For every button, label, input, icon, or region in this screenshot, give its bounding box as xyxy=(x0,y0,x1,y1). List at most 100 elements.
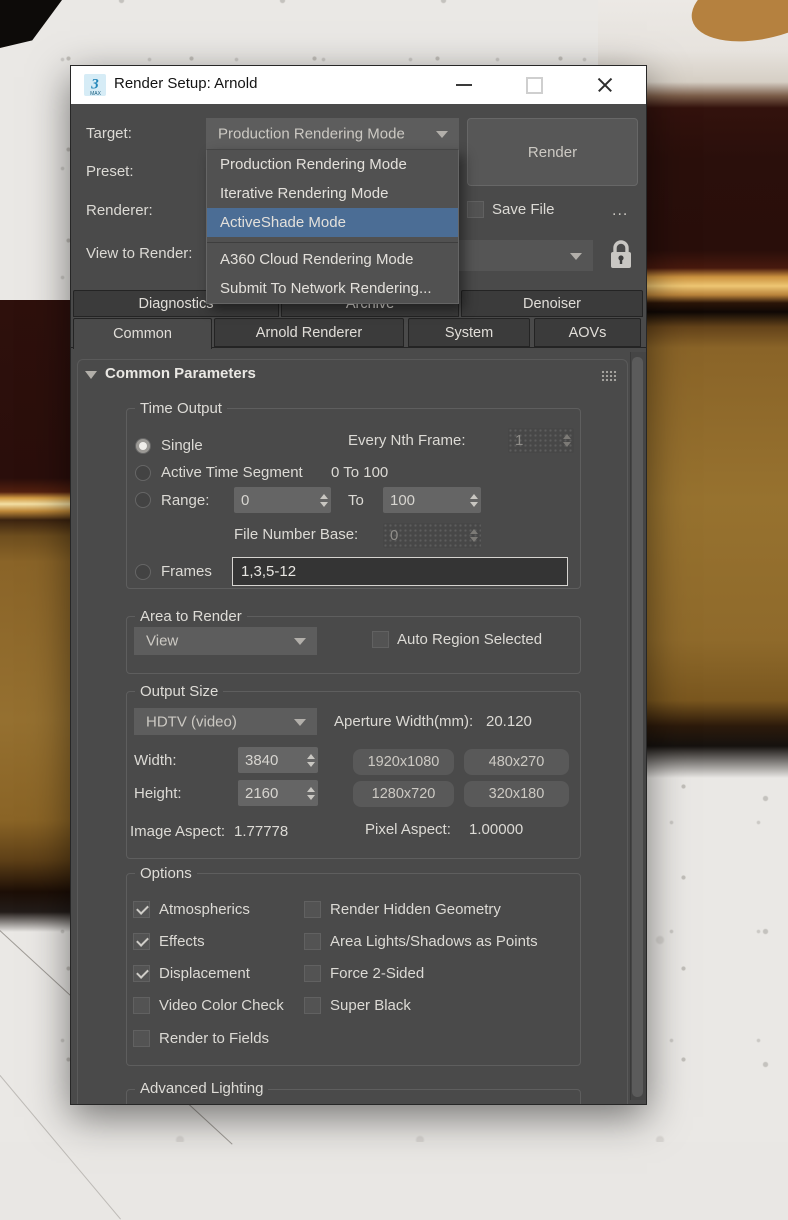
menu-separator xyxy=(207,237,458,243)
render-hidden-geometry-checkbox[interactable] xyxy=(304,901,321,918)
width-input[interactable] xyxy=(238,747,303,773)
aperture-width-value: 20.120 xyxy=(486,713,532,730)
title-bar[interactable]: 3 MAX Render Setup: Arnold xyxy=(71,66,646,104)
file-number-base-input xyxy=(383,523,466,548)
render-button[interactable]: Render xyxy=(467,118,638,186)
area-mode-combobox[interactable]: View xyxy=(134,627,317,655)
tab-arnold-renderer[interactable]: Arnold Renderer xyxy=(214,318,404,347)
save-file-checkbox[interactable] xyxy=(467,201,484,218)
displacement-label: Displacement xyxy=(159,965,250,982)
force-2-sided-checkbox[interactable] xyxy=(304,965,321,982)
area-mode-value: View xyxy=(146,632,179,650)
range-to-input[interactable] xyxy=(383,487,466,513)
render-hidden-geometry-label: Render Hidden Geometry xyxy=(330,901,501,918)
frames-input[interactable] xyxy=(232,557,568,586)
preset-320x180-button[interactable]: 320x180 xyxy=(464,781,569,807)
output-size-preset-combobox[interactable]: HDTV (video) xyxy=(134,708,317,735)
area-lights-checkbox[interactable] xyxy=(304,933,321,950)
preset-480x270-button[interactable]: 480x270 xyxy=(464,749,569,775)
render-output-files-button[interactable]: ... xyxy=(612,202,628,220)
save-file-label: Save File xyxy=(492,201,555,218)
every-nth-frame-spinner xyxy=(508,428,574,453)
render-button-label: Render xyxy=(527,143,578,161)
menu-item-activeshade[interactable]: ActiveShade Mode xyxy=(207,208,458,237)
menu-item-submit-network[interactable]: Submit To Network Rendering... xyxy=(207,274,458,303)
tab-system[interactable]: System xyxy=(408,318,530,347)
menu-item-a360-cloud[interactable]: A360 Cloud Rendering Mode xyxy=(207,245,458,274)
height-spinner[interactable] xyxy=(238,780,318,806)
range-from-input[interactable] xyxy=(234,487,316,513)
displacement-checkbox[interactable] xyxy=(133,965,150,982)
radio-single-label: Single xyxy=(161,437,203,454)
target-combobox-value: Production Rendering Mode xyxy=(218,125,405,142)
chevron-down-icon xyxy=(294,638,306,645)
lock-icon xyxy=(611,240,631,268)
spinner-arrows-icon[interactable] xyxy=(303,747,318,773)
tab-denoiser[interactable]: Denoiser xyxy=(461,290,643,317)
atmospherics-checkbox[interactable] xyxy=(133,901,150,918)
aperture-width-label: Aperture Width(mm): xyxy=(334,713,474,730)
radio-active-time-segment[interactable] xyxy=(135,465,151,481)
preset-label: Preset: xyxy=(86,163,134,180)
area-lights-label: Area Lights/Shadows as Points xyxy=(330,933,538,950)
radio-range[interactable] xyxy=(135,492,151,508)
rollout-drag-handle-icon[interactable] xyxy=(601,370,617,383)
lock-view-button[interactable] xyxy=(607,238,635,271)
width-label: Width: xyxy=(134,752,177,769)
background-cookie-left xyxy=(0,300,70,932)
super-black-checkbox[interactable] xyxy=(304,997,321,1014)
spinner-arrows-icon[interactable] xyxy=(466,487,481,513)
close-button[interactable] xyxy=(590,70,620,100)
target-dropdown-menu: Production Rendering Mode Iterative Rend… xyxy=(206,149,459,304)
spinner-arrows-icon xyxy=(466,523,481,548)
width-spinner[interactable] xyxy=(238,747,318,773)
options-legend: Options xyxy=(135,865,197,882)
range-from-spinner[interactable] xyxy=(234,487,331,513)
range-to-spinner[interactable] xyxy=(383,487,481,513)
rollout-collapse-icon[interactable] xyxy=(85,371,97,379)
render-to-fields-label: Render to Fields xyxy=(159,1030,270,1047)
radio-frames[interactable] xyxy=(135,564,151,580)
radio-active-time-segment-label: Active Time Segment xyxy=(161,464,303,481)
svg-text:MAX: MAX xyxy=(90,91,102,96)
height-input[interactable] xyxy=(238,780,303,806)
effects-checkbox[interactable] xyxy=(133,933,150,950)
pixel-aspect-value: 1.00000 xyxy=(469,821,524,838)
every-nth-frame-label: Every Nth Frame: xyxy=(348,432,466,449)
spinner-arrows-icon[interactable] xyxy=(316,487,331,513)
3dsmax-app-icon: 3 MAX xyxy=(84,74,106,96)
tab-common[interactable]: Common xyxy=(73,318,212,349)
menu-item-iterative[interactable]: Iterative Rendering Mode xyxy=(207,179,458,208)
segment-range-text: 0 To 100 xyxy=(331,464,389,481)
radio-single[interactable] xyxy=(135,438,151,454)
auto-region-checkbox[interactable] xyxy=(372,631,389,648)
file-number-base-label: File Number Base: xyxy=(234,526,359,543)
preset-1920x1080-button[interactable]: 1920x1080 xyxy=(353,749,454,775)
preset-1280x720-button[interactable]: 1280x720 xyxy=(353,781,454,807)
auto-region-label: Auto Region Selected xyxy=(397,631,543,648)
time-output-legend: Time Output xyxy=(135,400,227,417)
rollout-title[interactable]: Common Parameters xyxy=(105,365,256,382)
image-aspect-label: Image Aspect: xyxy=(130,823,226,840)
maximize-button[interactable] xyxy=(519,70,549,100)
renderer-label: Renderer: xyxy=(86,202,153,219)
render-to-fields-checkbox[interactable] xyxy=(133,1030,150,1047)
output-size-preset-value: HDTV (video) xyxy=(146,713,237,730)
range-to-label: To xyxy=(348,492,364,509)
target-combobox[interactable]: Production Rendering Mode xyxy=(206,118,459,149)
minimize-button[interactable] xyxy=(449,70,479,100)
spinner-arrows-icon xyxy=(559,428,574,453)
window-title: Render Setup: Arnold xyxy=(114,75,258,92)
every-nth-frame-input xyxy=(508,428,559,453)
atmospherics-label: Atmospherics xyxy=(159,901,250,918)
tab-aovs[interactable]: AOVs xyxy=(534,318,641,347)
spinner-arrows-icon[interactable] xyxy=(303,780,318,806)
file-number-base-spinner xyxy=(383,523,481,548)
effects-label: Effects xyxy=(159,933,205,950)
image-aspect-value: 1.77778 xyxy=(234,823,289,840)
menu-item-production[interactable]: Production Rendering Mode xyxy=(207,150,458,179)
radio-range-label: Range: xyxy=(161,492,210,509)
scrollbar-thumb[interactable] xyxy=(632,357,643,1097)
video-color-check-checkbox[interactable] xyxy=(133,997,150,1014)
chevron-down-icon xyxy=(294,718,306,726)
